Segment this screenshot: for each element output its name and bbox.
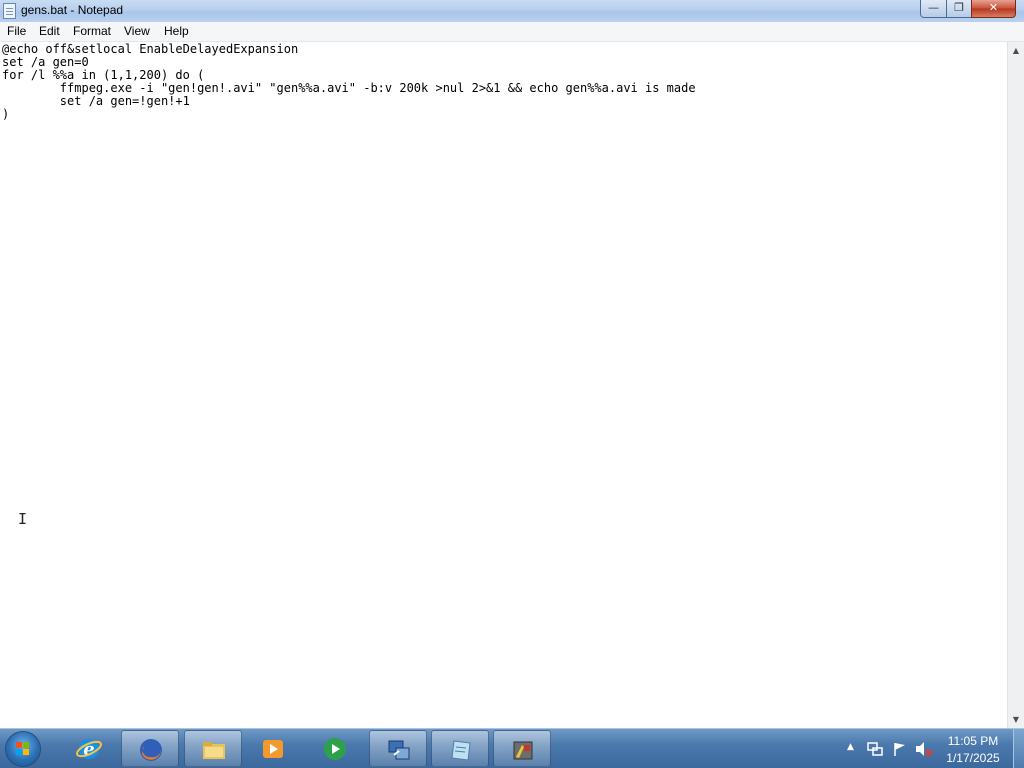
taskbar-item-internet-explorer[interactable]: e	[60, 730, 118, 767]
start-button[interactable]	[5, 731, 41, 767]
scroll-down-button[interactable]: ▼	[1008, 711, 1024, 728]
close-button[interactable]: ✕	[971, 0, 1016, 18]
menu-view[interactable]: View	[124, 24, 150, 38]
file-explorer-icon	[203, 742, 225, 759]
maximize-button[interactable]: ❐	[946, 0, 972, 18]
volume-muted-icon[interactable]	[915, 741, 933, 757]
taskbar-item-explorer[interactable]	[184, 730, 242, 767]
editor-text[interactable]: @echo off&setlocal EnableDelayedExpansio…	[2, 43, 696, 121]
minimize-button[interactable]: —	[920, 0, 947, 18]
scroll-up-button[interactable]: ▲	[1008, 42, 1024, 59]
menu-edit[interactable]: Edit	[39, 24, 60, 38]
internet-explorer-icon: e	[76, 739, 102, 760]
taskbar-item-notepad[interactable]	[431, 730, 489, 767]
show-hidden-icons-button[interactable]: ▲	[847, 742, 854, 752]
menu-help[interactable]: Help	[164, 24, 189, 38]
notepad-icon	[451, 740, 471, 761]
menu-file[interactable]: File	[7, 24, 26, 38]
network-app-icon	[388, 740, 410, 760]
title-bar[interactable]: gens.bat - Notepad — ❐ ✕	[0, 0, 1024, 23]
taskbar-item-firefox[interactable]	[121, 730, 179, 767]
taskbar: e ▲ 11:05 PM 1/17/2025	[0, 728, 1024, 768]
windows-logo-icon	[16, 742, 30, 756]
network-icon[interactable]	[867, 741, 883, 757]
menu-format[interactable]: Format	[73, 24, 111, 38]
text-editor[interactable]: @echo off&setlocal EnableDelayedExpansio…	[0, 42, 1007, 728]
media-player-icon	[263, 740, 283, 758]
taskbar-item-green-app[interactable]	[306, 730, 364, 767]
clock-date[interactable]: 1/17/2025	[943, 751, 1003, 765]
menu-bar: File Edit Format View Help	[0, 22, 1024, 42]
taskbar-item-media-player[interactable]	[244, 730, 302, 767]
clock-time[interactable]: 11:05 PM	[943, 734, 1003, 748]
show-desktop-button[interactable]	[1013, 729, 1024, 768]
window-title: gens.bat - Notepad	[21, 3, 124, 17]
action-center-flag-icon[interactable]	[892, 741, 908, 757]
notepad-icon[interactable]	[3, 3, 16, 19]
green-app-icon	[324, 738, 346, 760]
taskbar-item-game-app[interactable]	[493, 730, 551, 767]
taskbar-item-network-app[interactable]	[369, 730, 427, 767]
game-app-icon	[513, 741, 533, 760]
text-cursor-icon: I	[18, 510, 28, 528]
firefox-icon	[140, 739, 162, 761]
vertical-scrollbar[interactable]: ▲ ▼	[1007, 42, 1024, 728]
